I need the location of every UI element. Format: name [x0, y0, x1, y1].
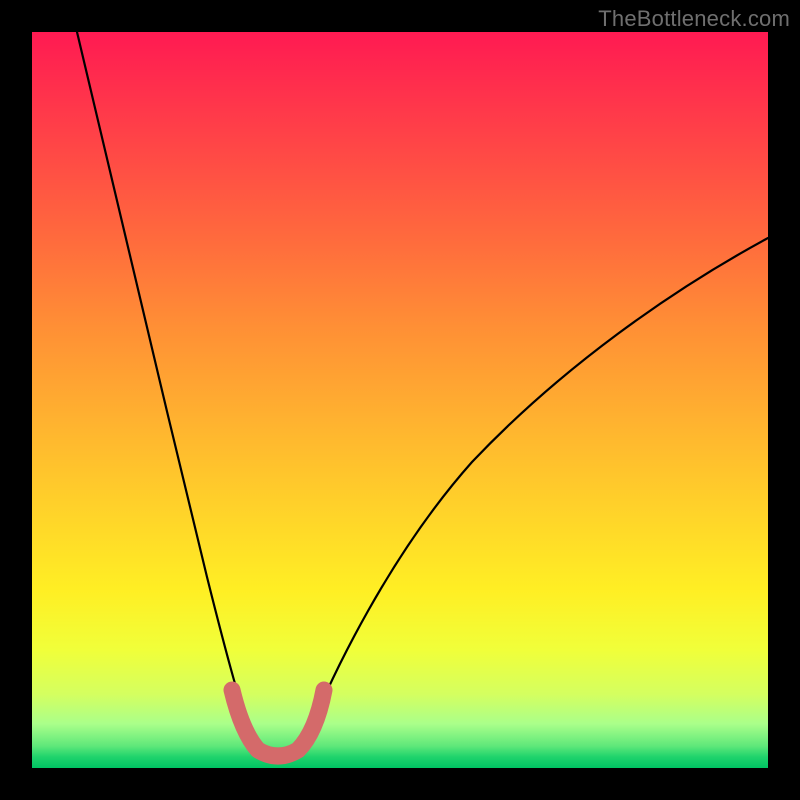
watermark-text: TheBottleneck.com: [598, 6, 790, 32]
left-branch: [77, 32, 256, 750]
bottom-u-overlay: [232, 690, 324, 756]
curve-layer: [32, 32, 768, 768]
plot-area: [32, 32, 768, 768]
chart-frame: TheBottleneck.com: [0, 0, 800, 800]
right-branch: [302, 238, 768, 750]
